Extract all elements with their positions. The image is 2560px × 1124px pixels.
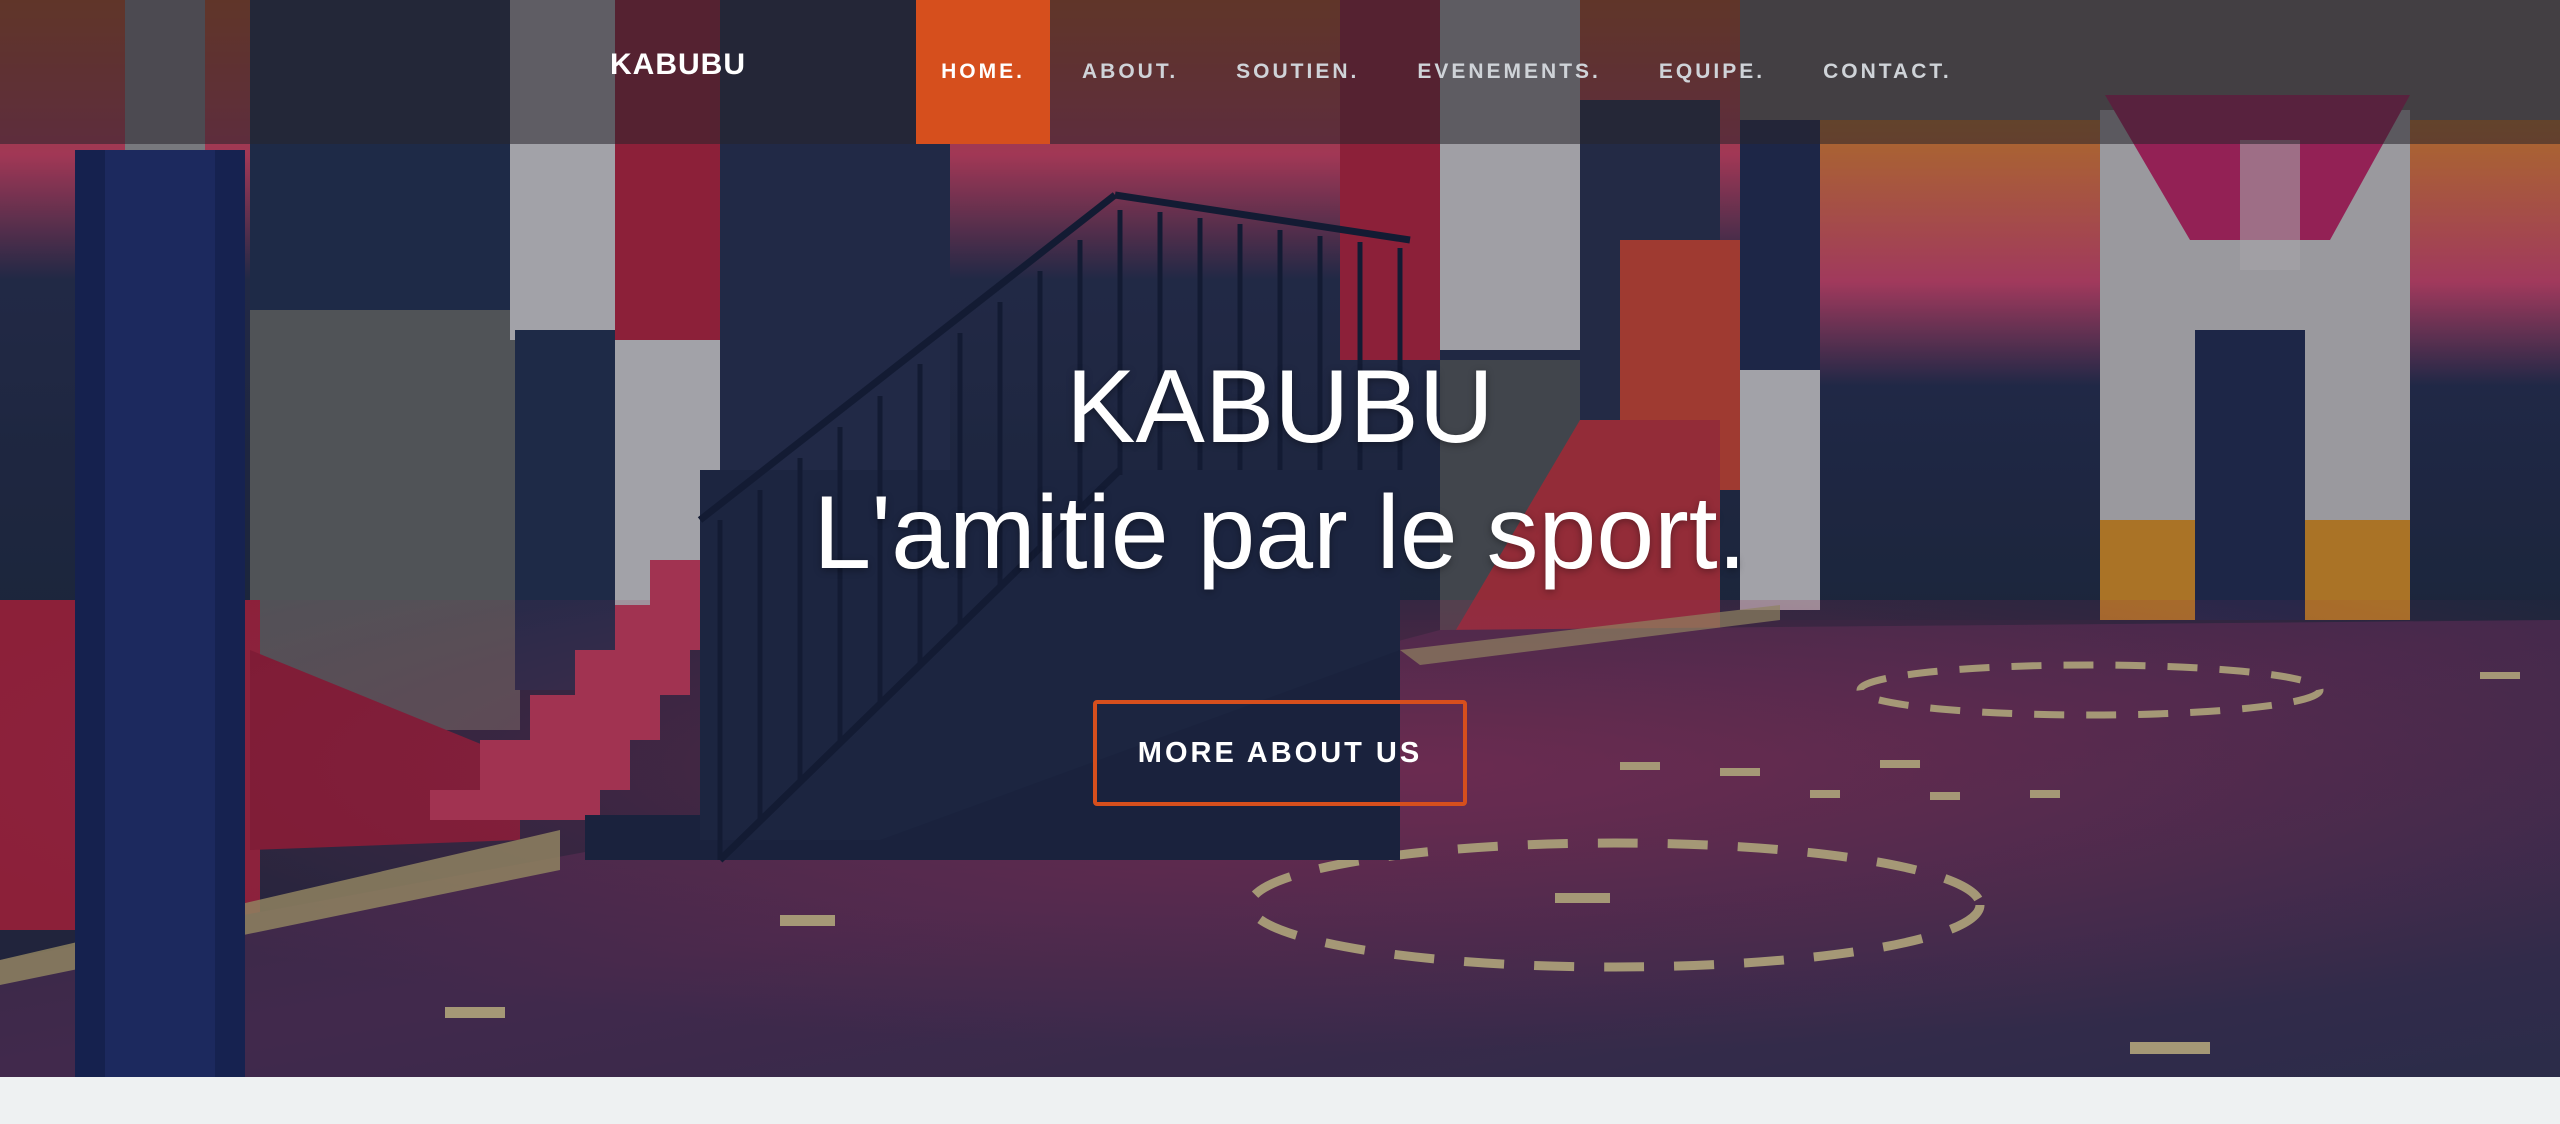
- nav-item-soutien[interactable]: SOUTIEN.: [1212, 0, 1383, 144]
- page-bottom-strip: [0, 1077, 2560, 1124]
- brand-logo[interactable]: KABUBU: [610, 48, 746, 82]
- nav-item-equipe[interactable]: EQUIPE.: [1635, 0, 1789, 144]
- hero-content: KABUBU L'amitie par le sport.: [0, 355, 2560, 585]
- nav-item-home[interactable]: HOME.: [916, 0, 1050, 144]
- hero-title: KABUBU: [1066, 349, 1494, 465]
- nav-item-evenements[interactable]: EVENEMENTS.: [1393, 0, 1625, 144]
- nav-item-about[interactable]: ABOUT.: [1058, 0, 1202, 144]
- navbar: KABUBU HOME. ABOUT. SOUTIEN. EVENEMENTS.…: [0, 0, 2560, 144]
- nav-item-contact[interactable]: CONTACT.: [1799, 0, 1976, 144]
- hero-section: KABUBU HOME. ABOUT. SOUTIEN. EVENEMENTS.…: [0, 0, 2560, 1077]
- hero-subtitle: L'amitie par le sport.: [813, 475, 1747, 591]
- more-about-us-button[interactable]: MORE ABOUT US: [1093, 700, 1467, 806]
- nav-menu: HOME. ABOUT. SOUTIEN. EVENEMENTS. EQUIPE…: [916, 0, 1986, 144]
